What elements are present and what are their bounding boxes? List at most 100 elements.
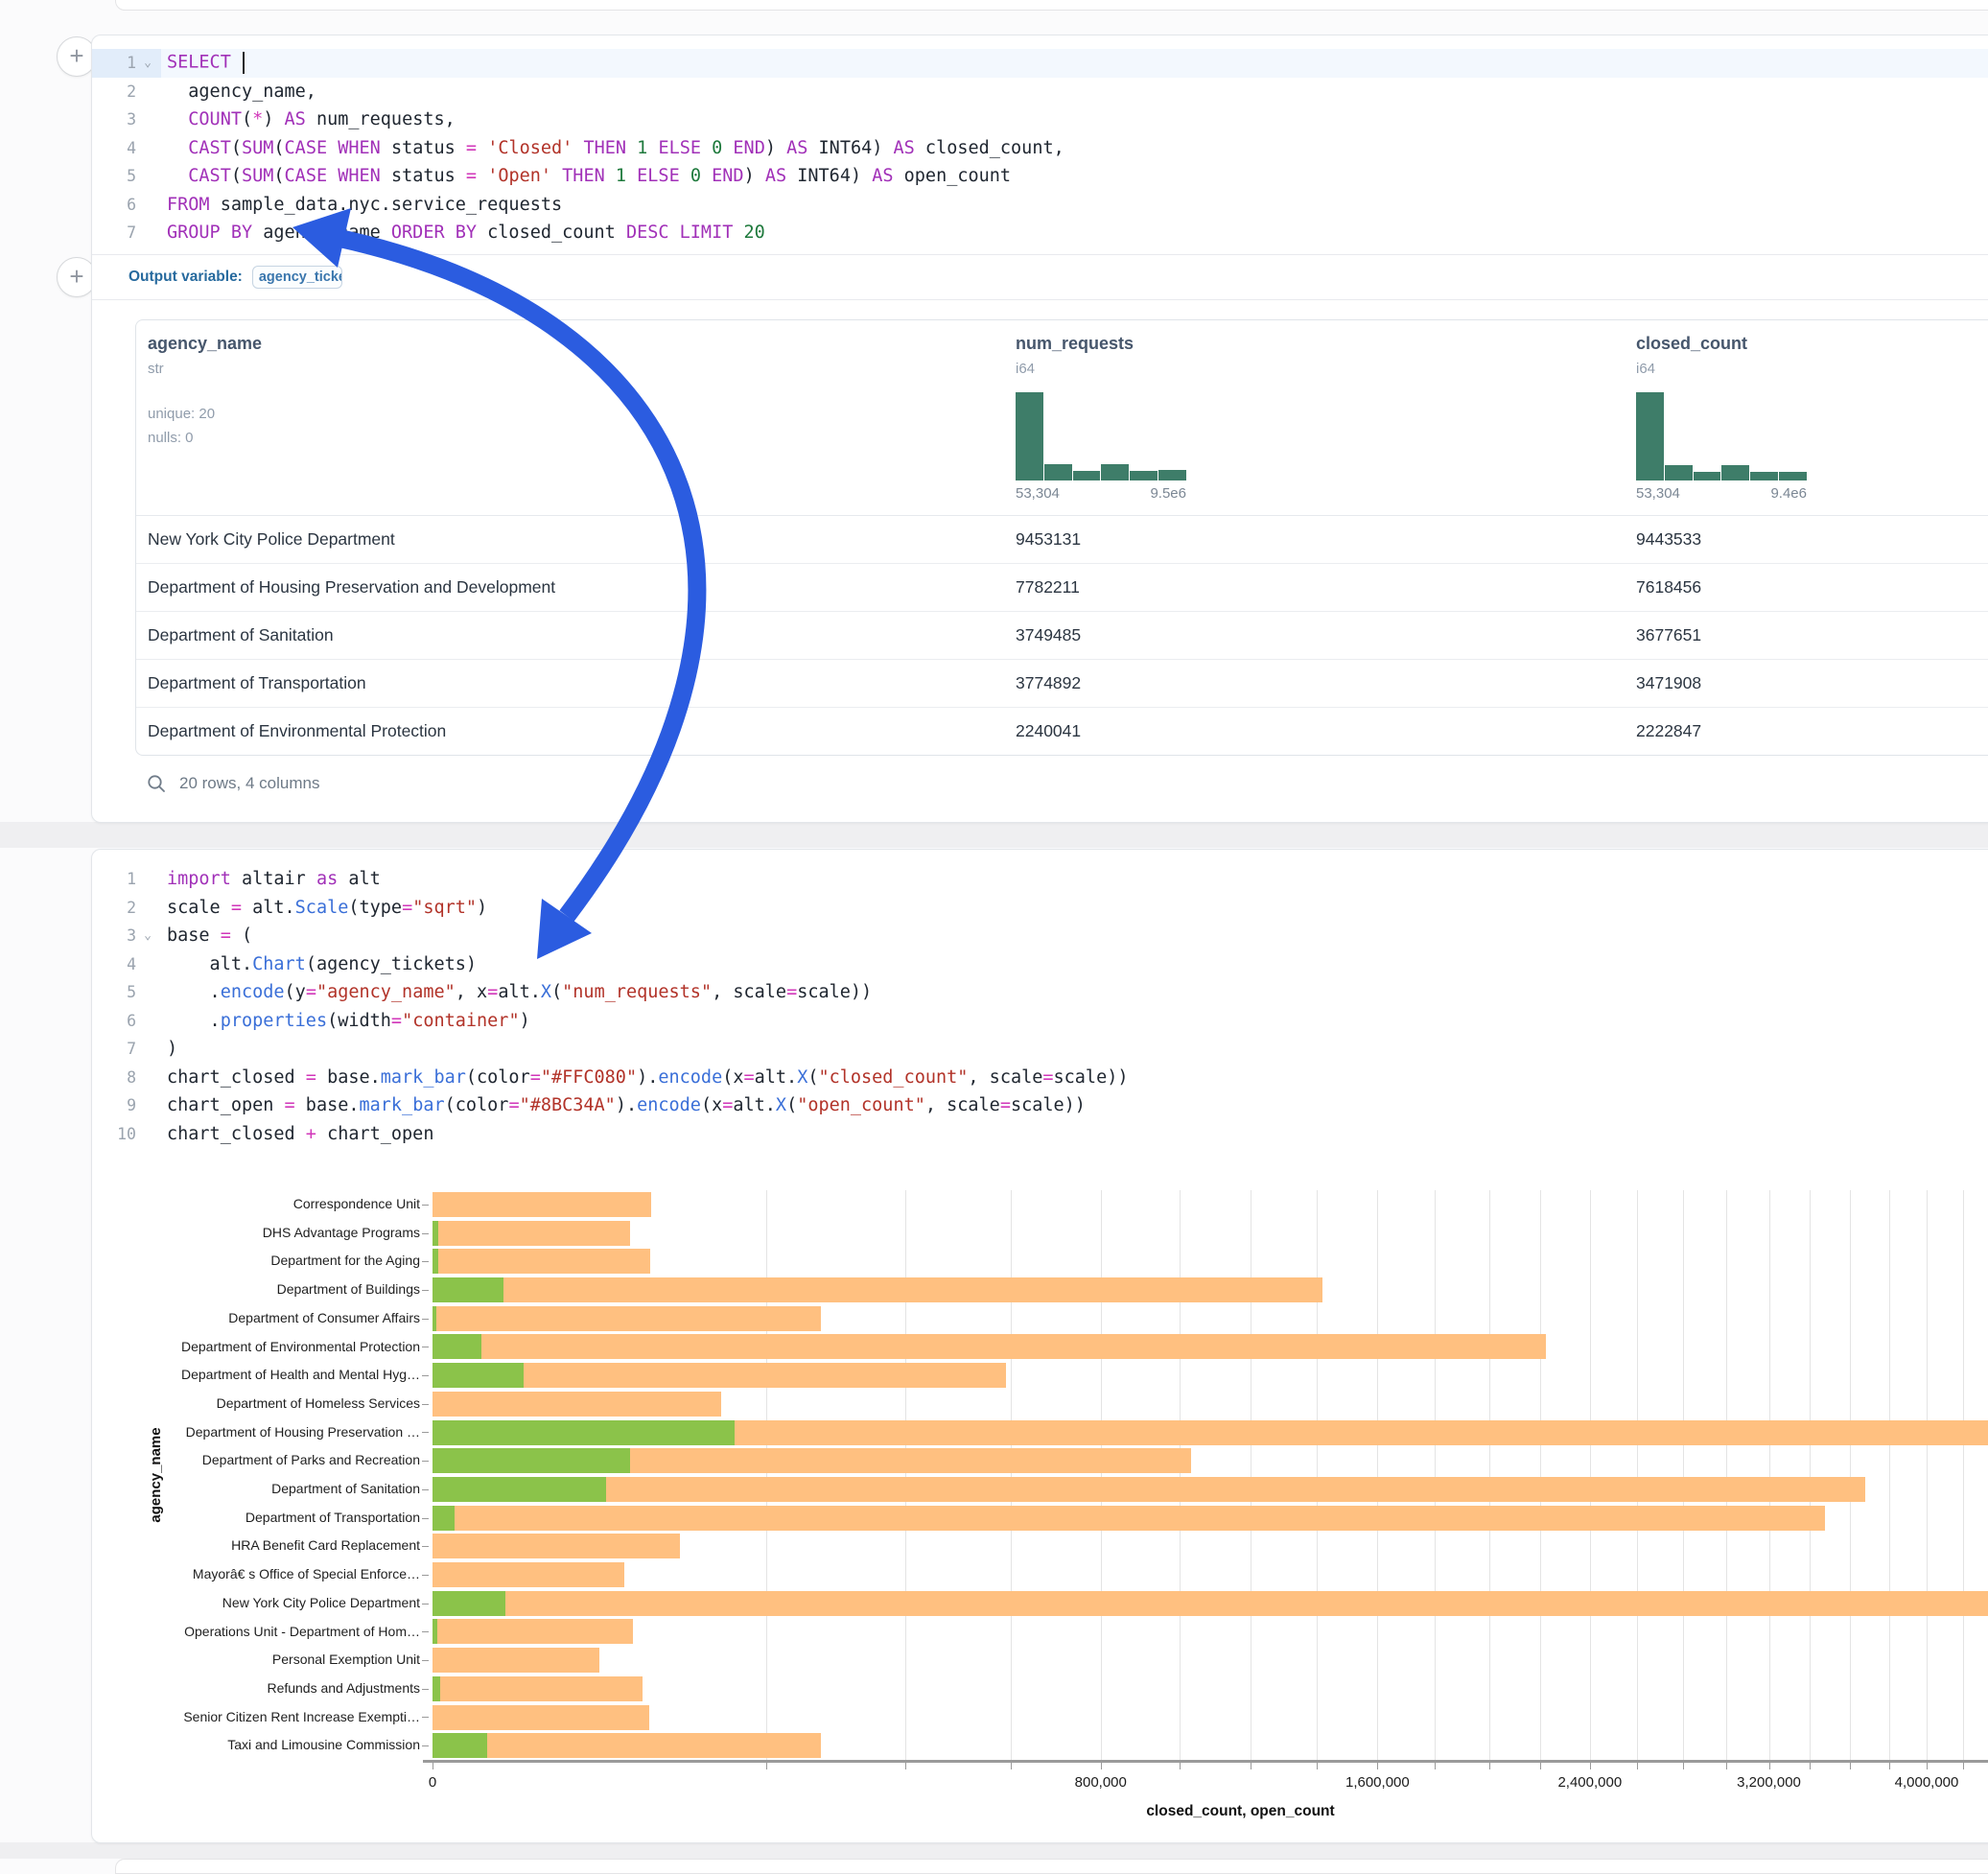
sql-editor[interactable]: 1⌄SELECT 2 agency_name,3 COUNT(*) AS num…	[92, 49, 1988, 247]
column-name: agency_name	[148, 334, 1004, 354]
bar-open	[433, 1506, 455, 1531]
code-line[interactable]: 6FROM sample_data.nyc.service_requests	[92, 191, 1988, 220]
text-cursor	[243, 52, 245, 74]
table-row[interactable]: Department of Transportation377489234719…	[136, 660, 1988, 708]
y-axis-tick	[422, 1604, 429, 1605]
output-variable-bar: Output variable: agency_tickets	[92, 254, 1988, 300]
y-axis-label: New York City Police Department	[97, 1589, 420, 1618]
table-cell: 3677651	[1625, 625, 1988, 645]
x-axis-tick-label: 0	[429, 1774, 436, 1791]
code-line[interactable]: 3 COUNT(*) AS num_requests,	[92, 105, 1988, 134]
x-axis-tick	[1726, 1763, 1727, 1769]
code-line[interactable]: 2 agency_name,	[92, 78, 1988, 106]
table-cell: 2222847	[1625, 721, 1988, 741]
line-gutter: 2	[92, 894, 161, 923]
sql-cell: 1⌄SELECT 2 agency_name,3 COUNT(*) AS num…	[91, 35, 1988, 823]
column-header[interactable]: num_requestsi6453,3049.5e6	[1004, 320, 1625, 515]
fold-caret-icon[interactable]: ⌄	[136, 56, 159, 70]
cell-gap	[0, 1842, 1988, 1859]
bar-closed	[433, 1306, 821, 1331]
histogram-bar	[1636, 392, 1664, 480]
code-line[interactable]: 6 .properties(width="container")	[92, 1007, 1988, 1036]
y-axis-label: Department of Consumer Affairs	[97, 1304, 420, 1333]
code-line[interactable]: 7GROUP BY agency_name ORDER BY closed_co…	[92, 219, 1988, 247]
bar-open	[433, 1277, 503, 1302]
bar-closed	[433, 1619, 633, 1644]
table-cell: Department of Environmental Protection	[136, 721, 1004, 741]
altair-chart: agency_name Correspondence UnitDHS Advan…	[92, 1176, 1988, 1838]
gridline	[1435, 1190, 1436, 1760]
gridline	[1317, 1190, 1318, 1760]
table-row[interactable]: Department of Environmental Protection 22…	[136, 708, 1988, 755]
code-text: alt.Chart(agency_tickets)	[161, 954, 477, 974]
code-text: base = (	[161, 925, 252, 946]
line-gutter: 9	[92, 1091, 161, 1120]
code-text: chart_closed = base.mark_bar(color="#FFC…	[161, 1067, 1128, 1088]
histogram-bar	[1750, 472, 1778, 480]
gridline	[1637, 1190, 1638, 1760]
histogram-bar	[1044, 464, 1072, 480]
x-axis-tick	[1683, 1763, 1684, 1769]
python-editor[interactable]: 1import altair as alt2scale = alt.Scale(…	[92, 865, 1988, 1148]
table-row[interactable]: Department of Sanitation37494853677651	[136, 612, 1988, 660]
output-variable-pill[interactable]: agency_tickets	[252, 266, 342, 289]
dataframe-table: agency_namestrunique: 20nulls: 0num_requ…	[135, 319, 1988, 756]
code-line[interactable]: 3⌄base = (	[92, 922, 1988, 950]
column-name: closed_count	[1636, 334, 1988, 354]
x-axis-title: closed_count, open_count	[433, 1803, 1988, 1820]
gridline	[1540, 1190, 1541, 1760]
histogram-bar	[1101, 464, 1129, 480]
y-axis-tick	[422, 1660, 429, 1661]
bar-open	[433, 1249, 438, 1274]
fold-caret-icon[interactable]: ⌄	[136, 928, 159, 943]
code-line[interactable]: 2scale = alt.Scale(type="sqrt")	[92, 894, 1988, 923]
code-text: COUNT(*) AS num_requests,	[161, 109, 456, 129]
code-line[interactable]: 10chart_closed + chart_open	[92, 1120, 1988, 1149]
line-number: 10	[92, 1125, 136, 1143]
code-text: agency_name,	[161, 82, 316, 102]
bar-closed	[433, 1192, 651, 1217]
line-number: 2	[92, 82, 136, 101]
code-line[interactable]: 8chart_closed = base.mark_bar(color="#FF…	[92, 1064, 1988, 1092]
line-gutter: 7	[92, 1035, 161, 1064]
dataframe-header: agency_namestrunique: 20nulls: 0num_requ…	[136, 320, 1988, 516]
x-axis-tick-label: 800,000	[1075, 1774, 1127, 1791]
column-header[interactable]: closed_counti6453,3049.4e6	[1625, 320, 1988, 515]
y-axis-label: Department of Housing Preservation …	[97, 1418, 420, 1447]
x-axis-tick	[1850, 1763, 1851, 1769]
column-type: i64	[1016, 361, 1625, 377]
code-line[interactable]: 1import altair as alt	[92, 865, 1988, 894]
bar-closed	[433, 1733, 821, 1758]
search-icon[interactable]	[147, 774, 166, 793]
column-type: i64	[1636, 361, 1988, 377]
column-histogram	[1016, 392, 1186, 480]
bar-open	[433, 1676, 440, 1701]
bar-closed	[433, 1648, 599, 1673]
bar-closed	[433, 1705, 649, 1730]
bar-open	[433, 1363, 524, 1388]
y-axis-label: Refunds and Adjustments	[97, 1675, 420, 1703]
table-row[interactable]: New York City Police Department945313194…	[136, 516, 1988, 564]
line-gutter: 10	[92, 1120, 161, 1149]
code-line[interactable]: 7)	[92, 1035, 1988, 1064]
notebook-page: { "plus_buttons": {"label": "+"}, "fold_…	[0, 0, 1988, 1864]
y-axis-label: Department of Sanitation	[97, 1475, 420, 1504]
line-gutter: 6	[92, 191, 161, 220]
bar-closed	[433, 1277, 1322, 1302]
x-axis-tick	[1317, 1763, 1318, 1769]
code-text: .encode(y="agency_name", x=alt.X("num_re…	[161, 982, 872, 1002]
x-axis-tick	[1927, 1763, 1928, 1769]
code-line[interactable]: 4 CAST(SUM(CASE WHEN status = 'Closed' T…	[92, 134, 1988, 163]
y-axis-label: Department of Parks and Recreation	[97, 1446, 420, 1475]
line-gutter: 8	[92, 1064, 161, 1092]
code-line[interactable]: 5 CAST(SUM(CASE WHEN status = 'Open' THE…	[92, 162, 1988, 191]
line-gutter: 4	[92, 950, 161, 979]
table-cell: Department of Sanitation	[136, 625, 1004, 645]
table-row[interactable]: Department of Housing Preservation and D…	[136, 564, 1988, 612]
code-line[interactable]: 1⌄SELECT	[92, 49, 1988, 78]
column-header[interactable]: agency_namestrunique: 20nulls: 0	[136, 320, 1004, 515]
histogram-bar	[1779, 472, 1807, 480]
code-line[interactable]: 5 .encode(y="agency_name", x=alt.X("num_…	[92, 978, 1988, 1007]
code-line[interactable]: 9chart_open = base.mark_bar(color="#8BC3…	[92, 1091, 1988, 1120]
code-line[interactable]: 4 alt.Chart(agency_tickets)	[92, 950, 1988, 979]
